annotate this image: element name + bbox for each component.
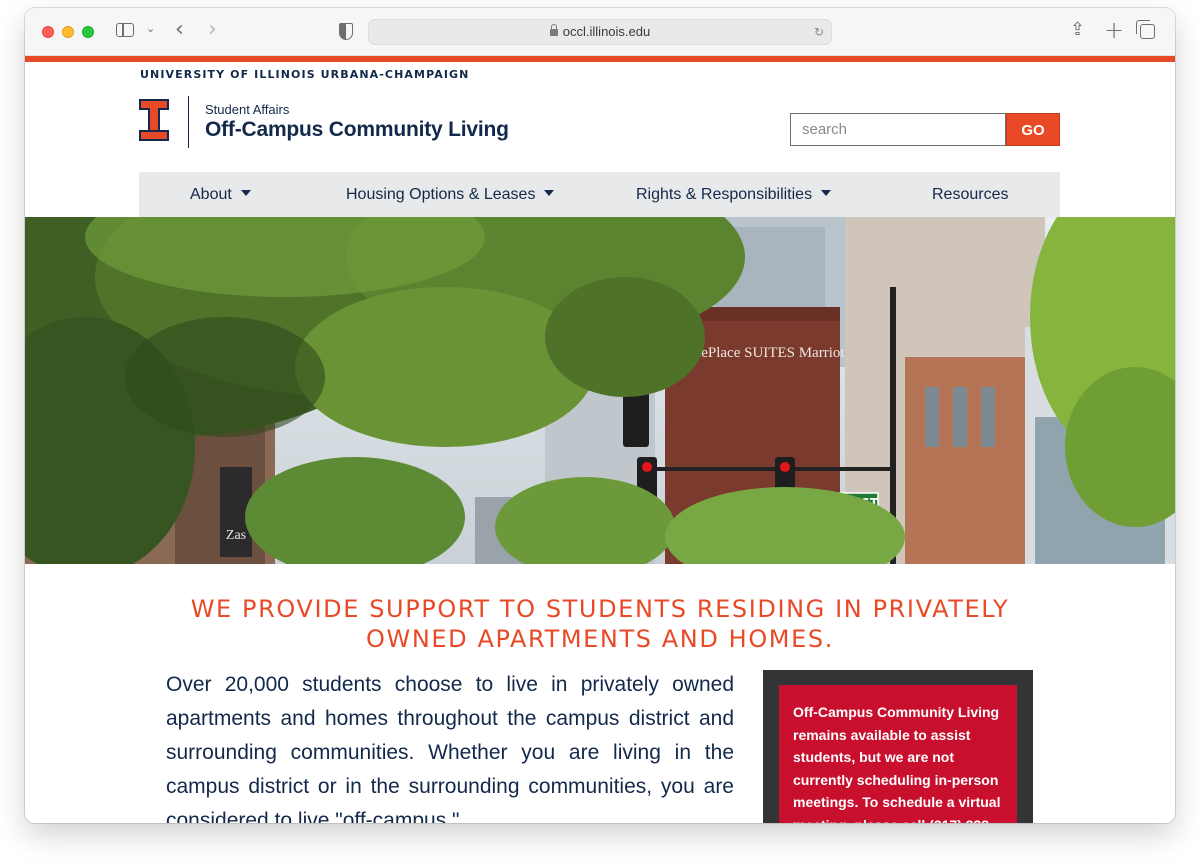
restaurant-sign: Zas bbox=[226, 528, 246, 543]
unit-name[interactable]: Student Affairs bbox=[205, 102, 289, 117]
notice-callout: Off-Campus Community Living remains avai… bbox=[779, 685, 1017, 823]
university-wordmark[interactable]: UNIVERSITY OF ILLINOIS URBANA-CHAMPAIGN bbox=[140, 68, 469, 81]
privacy-shield-icon[interactable] bbox=[339, 23, 353, 40]
hero-photo: TownePlace SUITES Marriott Zas bbox=[25, 217, 1175, 564]
reload-icon[interactable]: ↻ bbox=[814, 20, 824, 44]
intro-paragraph: Over 20,000 students choose to live in p… bbox=[166, 673, 734, 823]
block-i-logo[interactable] bbox=[139, 99, 169, 141]
url-text: occl.illinois.edu bbox=[562, 24, 651, 39]
close-window-button[interactable] bbox=[42, 26, 54, 38]
notice-text: Off-Campus Community Living remains avai… bbox=[793, 704, 1001, 823]
forward-arrow-icon[interactable]: › bbox=[208, 17, 217, 42]
nav-item-rights-responsibilities[interactable]: Rights & Responsibilities bbox=[636, 172, 832, 217]
sidebar-icon[interactable] bbox=[116, 23, 134, 37]
site-title[interactable]: Off-Campus Community Living bbox=[205, 118, 509, 142]
minimize-window-button[interactable] bbox=[62, 26, 74, 38]
web-page: UNIVERSITY OF ILLINOIS URBANA-CHAMPAIGN … bbox=[25, 56, 1175, 823]
lock-icon bbox=[549, 24, 558, 36]
share-icon[interactable]: ⇪ bbox=[1070, 19, 1085, 40]
notice-panel: Off-Campus Community Living remains avai… bbox=[763, 670, 1033, 823]
main-navigation: About Housing Options & Leases Rights & … bbox=[139, 172, 1060, 217]
zoom-window-button[interactable] bbox=[82, 26, 94, 38]
mission-tagline: WE PROVIDE SUPPORT TO STUDENTS RESIDING … bbox=[190, 595, 1010, 653]
nav-item-about[interactable]: About bbox=[190, 172, 251, 217]
back-arrow-icon[interactable]: ‹ bbox=[175, 17, 184, 42]
tab-overview-icon[interactable] bbox=[1136, 20, 1155, 39]
search-go-button[interactable]: GO bbox=[1006, 113, 1060, 146]
caret-down-icon bbox=[240, 190, 251, 196]
campus-street-illustration: TownePlace SUITES Marriott Zas bbox=[25, 217, 1175, 564]
nav-item-housing-options[interactable]: Housing Options & Leases bbox=[346, 172, 555, 217]
address-bar[interactable]: occl.illinois.edu ↻ bbox=[368, 19, 832, 45]
browser-toolbar: ⌄ ‹ › occl.illinois.edu ↻ ⇪ + bbox=[25, 8, 1175, 56]
search-input[interactable] bbox=[790, 113, 1006, 146]
nav-item-resources[interactable]: Resources bbox=[932, 172, 1008, 217]
top-accent-bar bbox=[25, 56, 1175, 62]
browser-window: ⌄ ‹ › occl.illinois.edu ↻ ⇪ + UNIVERSITY… bbox=[25, 8, 1175, 823]
caret-down-icon bbox=[821, 190, 832, 196]
chevron-down-icon[interactable]: ⌄ bbox=[146, 22, 155, 35]
brand-divider bbox=[188, 96, 189, 148]
new-tab-icon[interactable]: + bbox=[1104, 16, 1124, 44]
caret-down-icon bbox=[544, 190, 555, 196]
